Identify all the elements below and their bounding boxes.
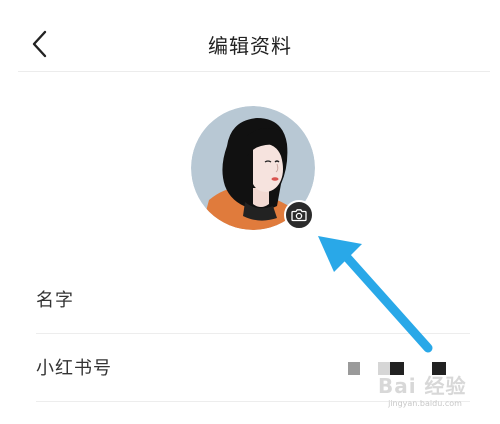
page-title: 编辑资料 [208, 34, 292, 58]
top-bar: 编辑资料 [0, 0, 500, 72]
change-avatar-camera-button[interactable] [284, 200, 314, 230]
camera-icon [291, 209, 307, 222]
xiaohongshu-id-label: 小红书号 [36, 358, 112, 379]
edit-profile-screen: 编辑资料 名字 小红书号 Bai 经验 jingyan.baidu.com [0, 0, 500, 424]
header-divider [18, 71, 490, 72]
name-row[interactable]: 名字 [36, 266, 470, 334]
name-label: 名字 [36, 290, 74, 311]
watermark-logo: Bai 经验 [378, 374, 467, 398]
baidu-jingyan-watermark: Bai 经验 jingyan.baidu.com [370, 364, 480, 408]
watermark-url: jingyan.baidu.com [388, 399, 462, 408]
